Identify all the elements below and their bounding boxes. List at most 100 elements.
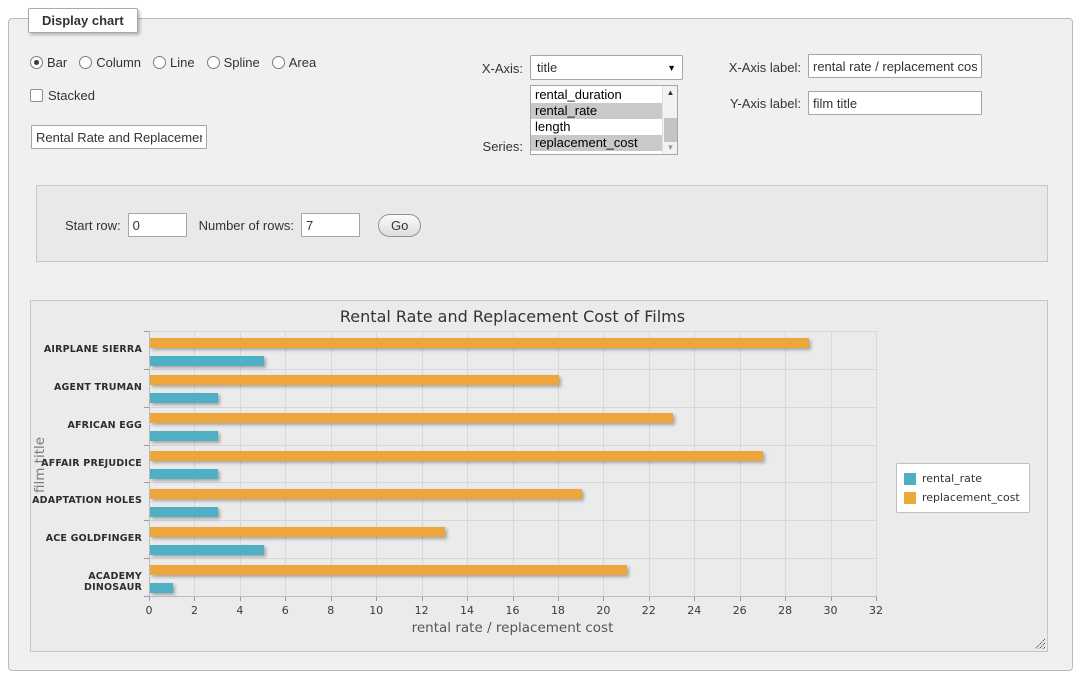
x-axis-line (149, 596, 877, 597)
x-tick-label: 20 (583, 604, 623, 617)
category-label: ACADEMY DINOSAUR (31, 571, 142, 593)
start-row-input[interactable] (128, 213, 187, 237)
series-option-rental_rate[interactable]: rental_rate (531, 103, 662, 119)
legend-item-rental_rate[interactable]: rental_rate (904, 469, 1020, 488)
x-tick-label: 0 (129, 604, 169, 617)
x-tick-label: 26 (720, 604, 760, 617)
bar-replacement_cost[interactable] (150, 527, 445, 537)
radio-icon[interactable] (272, 56, 285, 69)
y-axis-label-input[interactable] (808, 91, 982, 115)
gridline-vertical (649, 331, 650, 596)
number-of-rows-input[interactable] (301, 213, 360, 237)
bar-replacement_cost[interactable] (150, 375, 559, 385)
bar-replacement_cost[interactable] (150, 565, 627, 575)
radio-label: Area (289, 55, 316, 70)
bar-rental_rate[interactable] (150, 393, 218, 403)
x-tick-label: 10 (356, 604, 396, 617)
x-axis-selected-value: title (537, 60, 557, 75)
x-axis-label-label: X-Axis label: (701, 60, 801, 75)
gridline-vertical (240, 331, 241, 596)
x-axis-label-input[interactable] (808, 54, 982, 78)
fieldset-legend: Display chart (28, 8, 138, 33)
scrollbar[interactable]: ▲ ▼ (662, 86, 677, 154)
x-tick-label: 32 (856, 604, 896, 617)
gridline-vertical (194, 331, 195, 596)
chart-type-radio-spline[interactable]: Spline (207, 55, 260, 70)
y-tick-mark (144, 482, 149, 483)
stacked-checkbox[interactable] (30, 89, 43, 102)
gridline-vertical (513, 331, 514, 596)
x-tick-label: 6 (265, 604, 305, 617)
x-tick-label: 14 (447, 604, 487, 617)
radio-icon[interactable] (30, 56, 43, 69)
chart-title-input[interactable] (31, 125, 207, 149)
y-tick-mark (144, 445, 149, 446)
chart-title: Rental Rate and Replacement Cost of Film… (149, 307, 876, 326)
radio-icon[interactable] (207, 56, 220, 69)
radio-icon[interactable] (153, 56, 166, 69)
chart-type-radio-bar[interactable]: Bar (30, 55, 67, 70)
page: Display chart Bar Column Line Spline Area St… (0, 0, 1081, 681)
series-select-label: Series: (423, 139, 523, 154)
y-tick-mark (144, 331, 149, 332)
gridline-vertical (740, 331, 741, 596)
radio-label: Column (96, 55, 141, 70)
legend-item-replacement_cost[interactable]: replacement_cost (904, 488, 1020, 507)
bar-replacement_cost[interactable] (150, 489, 582, 499)
chart-container: Rental Rate and Replacement Cost of Film… (30, 300, 1048, 652)
bar-rental_rate[interactable] (150, 545, 264, 555)
y-tick-mark (144, 369, 149, 370)
bar-replacement_cost[interactable] (150, 338, 809, 348)
gridline-vertical (603, 331, 604, 596)
radio-label: Bar (47, 55, 67, 70)
bar-rental_rate[interactable] (150, 469, 218, 479)
x-tick-label: 30 (811, 604, 851, 617)
series-option-replacement_cost[interactable]: replacement_cost (531, 135, 662, 151)
y-tick-mark (144, 558, 149, 559)
category-label: ADAPTATION HOLES (31, 495, 142, 506)
x-axis-select-label: X-Axis: (423, 61, 523, 76)
gridline-vertical (876, 331, 877, 596)
chart-type-radio-line[interactable]: Line (153, 55, 195, 70)
series-option-rental_duration[interactable]: rental_duration (531, 87, 662, 103)
chart-type-radio-area[interactable]: Area (272, 55, 316, 70)
gridline-vertical (331, 331, 332, 596)
stacked-option[interactable]: Stacked (30, 88, 95, 103)
scroll-up-icon[interactable]: ▲ (663, 86, 678, 99)
plot-area (149, 331, 876, 596)
bar-replacement_cost[interactable] (150, 413, 673, 423)
series-listbox[interactable]: rental_durationrental_ratelengthreplacem… (530, 85, 678, 155)
y-axis-line (149, 331, 150, 596)
stacked-label: Stacked (48, 88, 95, 103)
bar-rental_rate[interactable] (150, 356, 264, 366)
x-tick-label: 16 (493, 604, 533, 617)
gridline-vertical (558, 331, 559, 596)
category-label: AIRPLANE SIERRA (31, 344, 142, 355)
gridline-vertical (831, 331, 832, 596)
radio-icon[interactable] (79, 56, 92, 69)
legend-swatch-icon (904, 492, 916, 504)
x-tick-label: 22 (629, 604, 669, 617)
start-row-label: Start row: (65, 218, 121, 233)
gridline-vertical (694, 331, 695, 596)
category-label: AFRICAN EGG (31, 420, 142, 431)
x-tick-label: 24 (674, 604, 714, 617)
bar-rental_rate[interactable] (150, 507, 218, 517)
x-tick-label: 2 (174, 604, 214, 617)
bar-replacement_cost[interactable] (150, 451, 763, 461)
chart-type-radio-group: Bar Column Line Spline Area (30, 55, 316, 70)
legend-label: replacement_cost (922, 491, 1020, 504)
scrollbar-thumb[interactable] (664, 118, 677, 142)
resize-handle-icon[interactable] (1034, 638, 1045, 649)
go-button[interactable]: Go (378, 214, 421, 237)
series-option-length[interactable]: length (531, 119, 662, 135)
chart-type-radio-column[interactable]: Column (79, 55, 141, 70)
x-axis-select[interactable]: title ▼ (530, 55, 683, 80)
scroll-down-icon[interactable]: ▼ (663, 141, 678, 154)
x-axis-title: rental rate / replacement cost (149, 620, 876, 636)
category-label: AGENT TRUMAN (31, 382, 142, 393)
bar-rental_rate[interactable] (150, 431, 218, 441)
category-label: AFFAIR PREJUDICE (31, 458, 142, 469)
bar-rental_rate[interactable] (150, 583, 173, 593)
legend-label: rental_rate (922, 472, 982, 485)
